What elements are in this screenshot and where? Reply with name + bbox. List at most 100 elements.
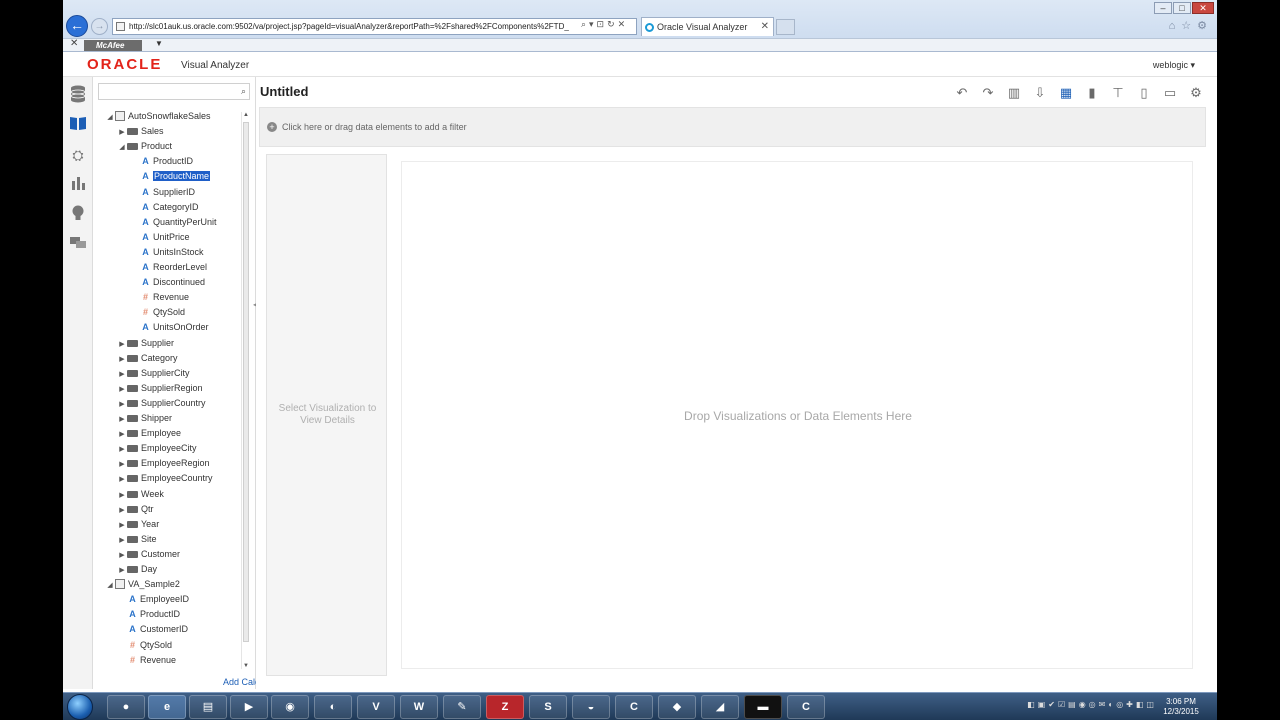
address-bar[interactable]: http://slc01auk.us.oracle.com:9502/va/pr… <box>112 18 637 35</box>
file-explorer-taskbar-icon[interactable]: ▤ <box>189 695 227 719</box>
tree-item[interactable]: A CategoryID <box>130 200 198 214</box>
tree-item[interactable]: A ReorderLevel <box>130 260 207 274</box>
folder-taskbar-icon[interactable]: ◒ <box>572 695 610 719</box>
camtasia-taskbar-icon[interactable]: C <box>615 695 653 719</box>
expand-arrow-icon[interactable]: ▶ <box>117 473 127 487</box>
system-tray[interactable]: ◧▣✔☑▤◉◎✉◐◎✚◧◫ <box>1027 700 1157 709</box>
tree-item[interactable]: A EmployeeID <box>117 592 189 606</box>
expand-arrow-icon[interactable]: ▶ <box>117 489 127 503</box>
forward-button[interactable]: → <box>91 18 108 35</box>
scroll-up-icon[interactable]: ▲ <box>243 112 249 118</box>
expand-arrow-icon[interactable]: ▶ <box>117 458 127 472</box>
add-visualization-icon[interactable]: ▥ <box>1005 84 1023 102</box>
expand-arrow-icon[interactable]: ▶ <box>117 504 127 518</box>
filter-bar[interactable]: + Click here or drag data elements to ad… <box>259 107 1206 147</box>
auto-apply-icon[interactable]: ▦ <box>1057 84 1075 102</box>
tree-item[interactable]: A UnitsOnOrder <box>130 320 208 334</box>
tree-item[interactable]: A UnitsInStock <box>130 245 203 259</box>
favorites-star-icon[interactable]: ☆ <box>1181 20 1197 32</box>
expand-arrow-icon[interactable]: ▶ <box>117 338 127 352</box>
scroll-down-icon[interactable]: ▼ <box>243 663 249 669</box>
app-v-taskbar-icon[interactable]: V <box>357 695 395 719</box>
address-tools[interactable]: ⌕▾⊡↻✕ <box>581 19 628 30</box>
browser-tab[interactable]: Oracle Visual Analyzer ✕ <box>641 17 774 36</box>
tree-item[interactable]: # Revenue <box>130 290 189 304</box>
tree-item[interactable]: ▶ SupplierRegion <box>117 381 202 397</box>
browser-icons[interactable]: ⌂☆⚙ <box>1169 19 1213 32</box>
expand-arrow-icon[interactable]: ▶ <box>117 549 127 563</box>
app-taskbar-icon[interactable]: ◉ <box>271 695 309 719</box>
close-window-button[interactable]: ✕ <box>1192 2 1214 14</box>
expand-arrow-icon[interactable]: ▶ <box>117 519 127 533</box>
tree-item[interactable]: ▶ Sales <box>117 124 163 140</box>
data-sources-icon[interactable] <box>68 85 88 105</box>
clock[interactable]: 3:06 PM 12/3/2015 <box>1159 697 1203 717</box>
mcafee-dropdown-icon[interactable]: ▼ <box>155 39 163 48</box>
skype-taskbar-icon[interactable]: S <box>529 695 567 719</box>
tree-item[interactable]: ▶ EmployeeCountry <box>117 471 212 487</box>
start-button[interactable] <box>67 694 93 720</box>
tree-item[interactable]: A ProductID <box>117 607 180 621</box>
tree-item[interactable]: ▶ Day <box>117 562 157 576</box>
filezilla-taskbar-icon[interactable]: Z <box>486 695 524 719</box>
search-input[interactable]: ⌕ <box>98 83 250 100</box>
tree-item[interactable]: ▶ Employee <box>117 426 181 440</box>
undo-icon[interactable]: ↶ <box>953 84 971 102</box>
scrollbar-thumb[interactable] <box>243 122 249 642</box>
presentation-icon[interactable]: ▭ <box>1161 84 1179 102</box>
tree-item[interactable]: ▶ Shipper <box>117 411 172 425</box>
tree-item[interactable]: ▶ Customer <box>117 547 180 561</box>
tree-item[interactable]: ▶ SupplierCountry <box>117 396 205 410</box>
internet-explorer-taskbar-icon[interactable]: e <box>148 695 186 719</box>
tree-item[interactable]: ◢ Product <box>117 139 172 153</box>
new-page-icon[interactable]: ▯ <box>1135 84 1153 102</box>
home-icon[interactable]: ⌂ <box>1169 20 1182 32</box>
tree-item[interactable]: ▶ Year <box>117 517 159 531</box>
gear-icon[interactable]: ⚙ <box>1187 84 1205 102</box>
tree-item[interactable]: ◢ AutoSnowflakeSales <box>105 109 211 123</box>
media-player-taskbar-icon[interactable]: ▶ <box>230 695 268 719</box>
expand-arrow-icon[interactable]: ▶ <box>117 126 127 140</box>
new-tab-button[interactable] <box>776 19 795 35</box>
tree-item[interactable]: # QtySold <box>117 638 172 652</box>
tree-item[interactable]: ▶ SupplierCity <box>117 366 189 380</box>
mcafee-addon[interactable]: McAfee <box>84 40 142 51</box>
tree-item[interactable]: ▶ Qtr <box>117 502 153 518</box>
add-filter-icon[interactable]: + <box>267 122 277 132</box>
redo-icon[interactable]: ↷ <box>979 84 997 102</box>
package-taskbar-icon[interactable]: ◆ <box>658 695 696 719</box>
collapse-arrow-icon[interactable]: ◢ <box>117 141 127 155</box>
analytics-icon[interactable]: ⛭ <box>68 145 88 165</box>
tree-item[interactable]: ▶ EmployeeCity <box>117 441 196 457</box>
tab-close-icon[interactable]: ✕ <box>761 18 769 36</box>
back-button[interactable]: ← <box>66 15 88 37</box>
terminal-taskbar-icon[interactable]: ▬ <box>744 695 782 719</box>
export-icon[interactable]: ⇩ <box>1031 84 1049 102</box>
app-taskbar-icon-2[interactable]: ◢ <box>701 695 739 719</box>
tree-item[interactable]: A QuantityPerUnit <box>130 215 216 229</box>
layout-icon[interactable]: ⊤ <box>1109 84 1127 102</box>
user-menu[interactable]: weblogic ▾ <box>1153 60 1195 71</box>
tree-item[interactable]: A UnitPrice <box>130 230 189 244</box>
tree-item[interactable]: ▶ Supplier <box>117 336 174 350</box>
maximize-button[interactable]: □ <box>1173 2 1191 14</box>
tree-item[interactable]: ◢ VA_Sample2 <box>105 577 180 591</box>
toolbar-close-icon[interactable]: ✕ <box>70 38 78 49</box>
tree-item[interactable]: # Revenue <box>117 653 176 667</box>
search-icon[interactable]: ⌕ <box>241 86 246 97</box>
collapse-arrow-icon[interactable]: ◢ <box>105 579 115 593</box>
visualization-drop-zone[interactable]: Drop Visualizations or Data Elements Her… <box>401 161 1193 669</box>
notes-taskbar-icon[interactable]: ✎ <box>443 695 481 719</box>
expand-arrow-icon[interactable]: ▶ <box>117 534 127 548</box>
expand-arrow-icon[interactable]: ▶ <box>117 428 127 442</box>
tree-item[interactable]: A CustomerID <box>117 622 188 636</box>
tree-item[interactable]: A ProductName <box>130 169 211 183</box>
settings-gear-icon[interactable]: ⚙ <box>1197 20 1213 32</box>
expand-arrow-icon[interactable]: ▶ <box>117 564 127 578</box>
camtasia-recorder-taskbar-icon[interactable]: C <box>787 695 825 719</box>
expand-arrow-icon[interactable]: ▶ <box>117 413 127 427</box>
collapse-arrow-icon[interactable]: ◢ <box>105 111 115 125</box>
word-taskbar-icon[interactable]: W <box>400 695 438 719</box>
expand-arrow-icon[interactable]: ▶ <box>117 383 127 397</box>
expand-arrow-icon[interactable]: ▶ <box>117 443 127 457</box>
